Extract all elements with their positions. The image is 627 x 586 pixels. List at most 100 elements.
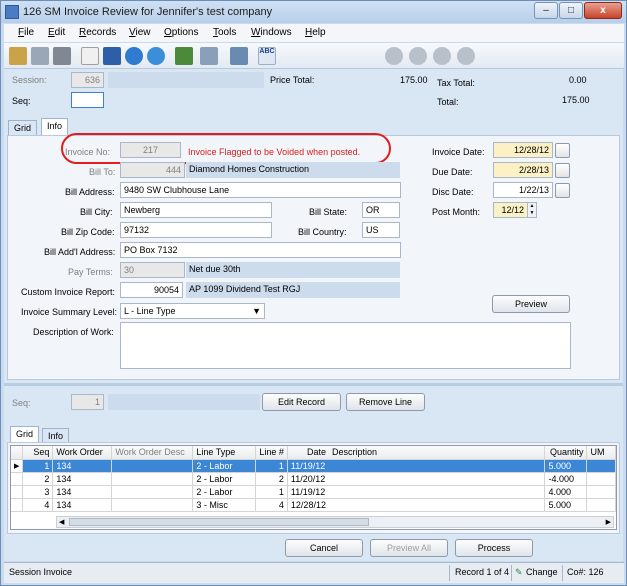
app-window: 126 SM Invoice Review for Jennifer's tes…	[0, 0, 627, 586]
last-icon[interactable]	[457, 47, 475, 65]
custom-report-label: Custom Invoice Report:	[21, 287, 116, 297]
title-bar: 126 SM Invoice Review for Jennifer's tes…	[1, 1, 626, 23]
due-date-field[interactable]: 2/28/13	[493, 162, 553, 178]
col-quantity[interactable]: Quantity	[544, 446, 588, 460]
session-label: Session:	[12, 75, 47, 85]
close-button[interactable]: x	[584, 2, 622, 19]
custom-report-field[interactable]: 90054	[120, 282, 183, 298]
lines-seq-desc	[108, 394, 260, 410]
col-seq[interactable]: Seq	[22, 446, 54, 460]
spellcheck-icon[interactable]: ABC	[258, 47, 276, 65]
change-indicator: Change	[526, 567, 558, 577]
save-icon[interactable]	[103, 47, 121, 65]
scroll-right-icon[interactable]: ▶	[606, 517, 611, 528]
calendar-icon[interactable]	[555, 183, 570, 198]
bill-address-field[interactable]: 9480 SW Clubhouse Lane	[120, 182, 401, 198]
bill-to-name: Diamond Homes Construction	[186, 162, 400, 178]
void-flag-text: Invoice Flagged to be Voided when posted…	[188, 147, 361, 157]
minimize-button[interactable]: –	[534, 2, 558, 19]
preview-button[interactable]: Preview	[492, 295, 570, 313]
calendar-icon[interactable]	[555, 143, 570, 158]
process-button[interactable]: Process	[455, 539, 533, 557]
seq-field[interactable]	[71, 92, 104, 108]
remove-line-button[interactable]: Remove Line	[346, 393, 425, 411]
tab-info[interactable]: Info	[41, 118, 69, 136]
custom-report-desc: AP 1099 Dividend Test RGJ	[186, 282, 400, 298]
calculator-icon[interactable]	[175, 47, 193, 65]
bill-addl-address-field[interactable]: PO Box 7132	[120, 242, 401, 258]
menu-view[interactable]: View	[129, 27, 151, 38]
invoice-date-field[interactable]: 12/28/12	[493, 142, 553, 158]
post-month-label: Post Month:	[432, 207, 481, 217]
post-month-field[interactable]: 12/12	[493, 202, 528, 218]
first-icon[interactable]	[385, 47, 403, 65]
key-icon[interactable]	[9, 47, 27, 65]
preview-all-button[interactable]: Preview All	[370, 539, 448, 557]
bill-to-label: Bill To:	[89, 167, 116, 177]
company-indicator: Co#: 126	[567, 567, 604, 577]
post-month-spinner[interactable]: ▲ ▼	[527, 202, 537, 218]
menu-records[interactable]: Records	[79, 27, 116, 38]
bill-state-field[interactable]: OR	[362, 202, 400, 218]
bill-country-field[interactable]: US	[362, 222, 400, 238]
menu-edit[interactable]: Edit	[48, 27, 65, 38]
tax-total-value: 0.00	[569, 75, 587, 85]
bill-zip-field[interactable]: 97132	[120, 222, 272, 238]
tax-total-label: Tax Total:	[437, 78, 475, 88]
table-row[interactable]: 2 134 2 - Labor 2 11/20/12 -4.000	[11, 472, 616, 486]
prev-icon[interactable]	[409, 47, 427, 65]
menu-help[interactable]: Help	[305, 27, 326, 38]
window-title: 126 SM Invoice Review for Jennifer's tes…	[23, 6, 273, 18]
table-row[interactable]: ▶ 1 134 2 - Labor 1 11/19/12 5.000	[11, 459, 616, 473]
table-row[interactable]: 4 134 3 - Misc 4 12/28/12 5.000	[11, 498, 616, 512]
new-icon[interactable]	[81, 47, 99, 65]
summary-level-label: Invoice Summary Level:	[21, 307, 118, 317]
invoice-date-label: Invoice Date:	[432, 147, 485, 157]
splitter[interactable]	[4, 383, 623, 386]
menu-file[interactable]: File	[18, 27, 34, 38]
bill-zip-label: Bill Zip Code:	[61, 227, 115, 237]
pay-terms-label: Pay Terms:	[68, 267, 113, 277]
scrollbar-thumb[interactable]	[69, 518, 369, 526]
scroll-left-icon[interactable]: ◀	[59, 517, 64, 528]
bill-city-field[interactable]: Newberg	[120, 202, 272, 218]
send-icon[interactable]	[230, 47, 248, 65]
table-row[interactable]: 3 134 2 - Labor 1 11/19/12 4.000	[11, 485, 616, 499]
col-description[interactable]: Description	[328, 446, 546, 460]
attach-icon[interactable]	[200, 47, 218, 65]
main-content: Session: 636 Price Total: 175.00 Tax Tot…	[4, 69, 623, 561]
toolbar: ABC	[4, 43, 624, 69]
disc-date-field[interactable]: 1/22/13	[493, 182, 553, 198]
calendar-icon[interactable]	[555, 163, 570, 178]
bill-address-label: Bill Address:	[65, 187, 115, 197]
menu-windows[interactable]: Windows	[251, 27, 292, 38]
tab-grid[interactable]: Grid	[8, 120, 38, 136]
disc-date-label: Disc Date:	[432, 187, 474, 197]
lines-tab-grid[interactable]: Grid	[10, 426, 40, 443]
bill-state-label: Bill State:	[309, 207, 348, 217]
chevron-down-icon: ▼	[252, 306, 261, 316]
maximize-button[interactable]: □	[559, 2, 583, 19]
col-work-order-desc[interactable]: Work Order Desc	[111, 446, 194, 460]
invoice-no-field: 217	[120, 142, 181, 158]
menu-options[interactable]: Options	[164, 27, 198, 38]
bill-addl-address-label: Bill Add'l Address:	[44, 247, 116, 257]
cancel-button[interactable]: Cancel	[285, 539, 363, 557]
col-line-no[interactable]: Line #	[255, 446, 288, 460]
pay-terms-field: 30	[120, 262, 185, 278]
col-work-order[interactable]: Work Order	[52, 446, 113, 460]
horizontal-scrollbar[interactable]: ◀ ▶	[56, 516, 614, 528]
edit-record-button[interactable]: Edit Record	[262, 393, 341, 411]
description-field[interactable]	[120, 322, 571, 369]
menu-tools[interactable]: Tools	[213, 27, 236, 38]
summary-level-select[interactable]: L - Line Type ▼	[120, 303, 265, 319]
tag-icon[interactable]	[31, 47, 49, 65]
col-date[interactable]: Date	[287, 446, 329, 460]
print-icon[interactable]	[53, 47, 71, 65]
col-line-type[interactable]: Line Type	[192, 446, 257, 460]
col-um[interactable]: UM	[586, 446, 616, 460]
pencil-icon: ✎	[515, 567, 523, 577]
refresh-icon[interactable]	[147, 47, 165, 65]
undo-icon[interactable]	[125, 47, 143, 65]
next-icon[interactable]	[433, 47, 451, 65]
